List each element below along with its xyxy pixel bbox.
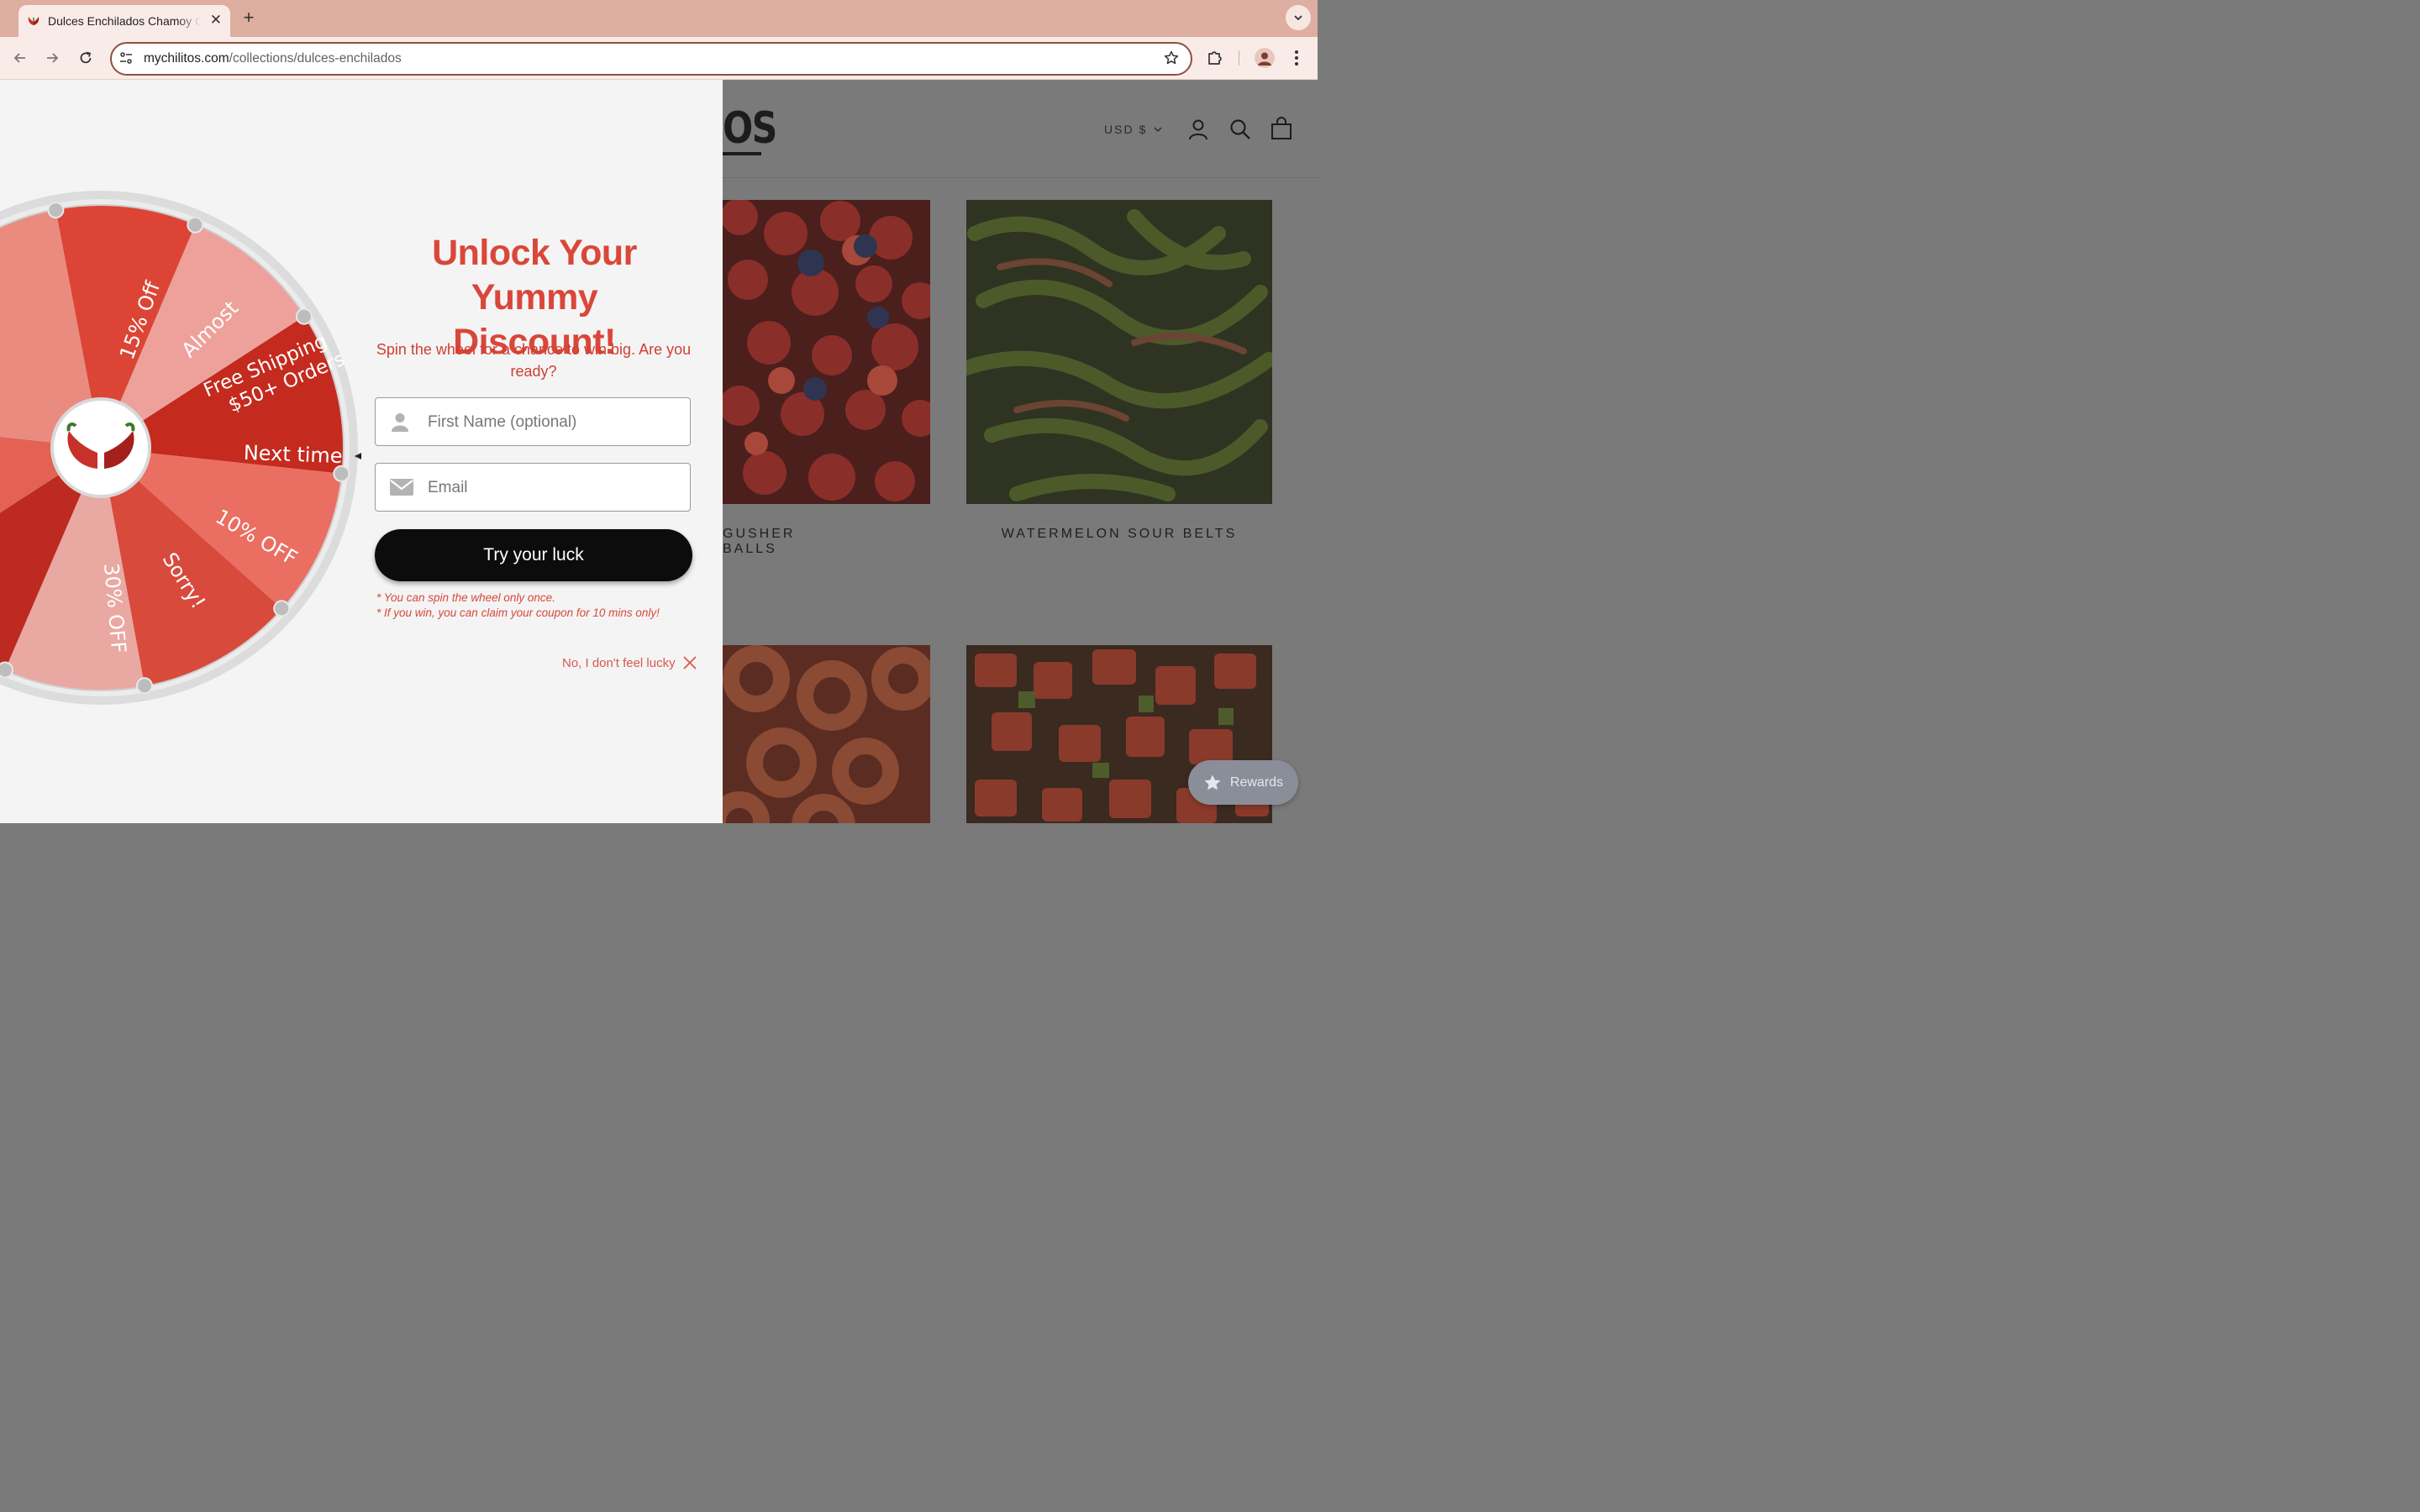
reload-icon [80, 51, 92, 64]
currency-selector[interactable]: USD $ [1104, 123, 1162, 136]
email-input[interactable] [426, 464, 681, 512]
try-your-luck-button[interactable]: Try your luck [375, 529, 692, 581]
reload-button[interactable] [76, 49, 95, 67]
popup-subtitle: Spin the wheel for a chance to win big. … [376, 341, 692, 380]
cart-bag-icon[interactable] [1270, 117, 1292, 140]
chili-favicon-icon [28, 17, 39, 25]
coupon-time-note: * If you win, you can claim your coupon … [376, 606, 660, 619]
decline-label: No, I don't feel lucky [562, 655, 676, 670]
product-image-watermelon-sour-belts[interactable] [966, 200, 1272, 504]
tab-title: Dulces Enchilados Chamoy Candy [48, 14, 201, 28]
spin-once-note: * You can spin the wheel only once. [376, 591, 555, 604]
first-name-field[interactable] [375, 397, 691, 446]
envelope-icon [390, 479, 413, 496]
candy-texture [723, 645, 930, 823]
back-arrow-icon [13, 53, 25, 63]
back-button[interactable] [11, 49, 29, 67]
product-image[interactable] [723, 645, 930, 823]
chevron-down-icon [1154, 127, 1162, 133]
headline-line-1: Unlock Your Yummy [432, 233, 637, 318]
logo-underline [723, 152, 761, 155]
close-icon[interactable] [682, 655, 697, 670]
tab-bar: Dulces Enchilados Chamoy Candy ✕ + [0, 0, 1318, 37]
bookmark-star-icon[interactable] [1164, 50, 1179, 66]
star-icon [1204, 774, 1221, 790]
rewards-launcher-button[interactable]: Rewards [1188, 760, 1298, 805]
new-tab-button[interactable]: + [239, 8, 258, 28]
forward-arrow-icon [47, 53, 59, 63]
wheel-hub [50, 397, 151, 498]
forward-button[interactable] [43, 49, 61, 67]
candy-texture [723, 200, 930, 504]
product-title[interactable]: GUSHER BALLS [723, 527, 832, 557]
extensions-puzzle-icon[interactable] [1207, 49, 1223, 66]
store-logo[interactable]: OS [723, 103, 777, 154]
user-icon [392, 413, 408, 432]
decline-link[interactable]: No, I don't feel lucky [562, 655, 697, 670]
currency-label: USD $ [1104, 123, 1148, 136]
chevron-down-icon [1294, 15, 1302, 21]
tab-search-button[interactable] [1286, 5, 1311, 30]
segment-label-next-time: Next time [243, 441, 343, 468]
address-bar[interactable]: mychilitos.com/collections/dulces-enchil… [110, 42, 1192, 76]
person-icon [1258, 52, 1271, 66]
browser-menu-button[interactable] [1290, 48, 1303, 68]
profile-avatar[interactable] [1255, 48, 1275, 68]
rewards-label: Rewards [1229, 774, 1284, 790]
browser-tab-active[interactable]: Dulces Enchilados Chamoy Candy ✕ [18, 5, 230, 37]
search-icon[interactable] [1229, 118, 1251, 140]
product-title[interactable]: WATERMELON SOUR BELTS [966, 527, 1272, 542]
account-icon[interactable] [1187, 118, 1209, 140]
candy-texture [966, 200, 1272, 504]
spin-wheel-popup: 15% Off Almost Free Shipping $50+ Orders… [0, 80, 723, 823]
first-name-input[interactable] [426, 398, 681, 446]
site-settings-icon[interactable] [119, 51, 133, 65]
url-text: mychilitos.com/collections/dulces-enchil… [144, 51, 402, 66]
email-field[interactable] [375, 463, 691, 512]
tab-close-icon[interactable]: ✕ [210, 13, 222, 28]
product-image-gusher-balls[interactable] [723, 200, 930, 504]
browser-toolbar: mychilitos.com/collections/dulces-enchil… [0, 37, 1318, 80]
header-divider [723, 177, 1318, 178]
prize-wheel[interactable]: 15% Off Almost Free Shipping $50+ Orders… [0, 187, 361, 708]
